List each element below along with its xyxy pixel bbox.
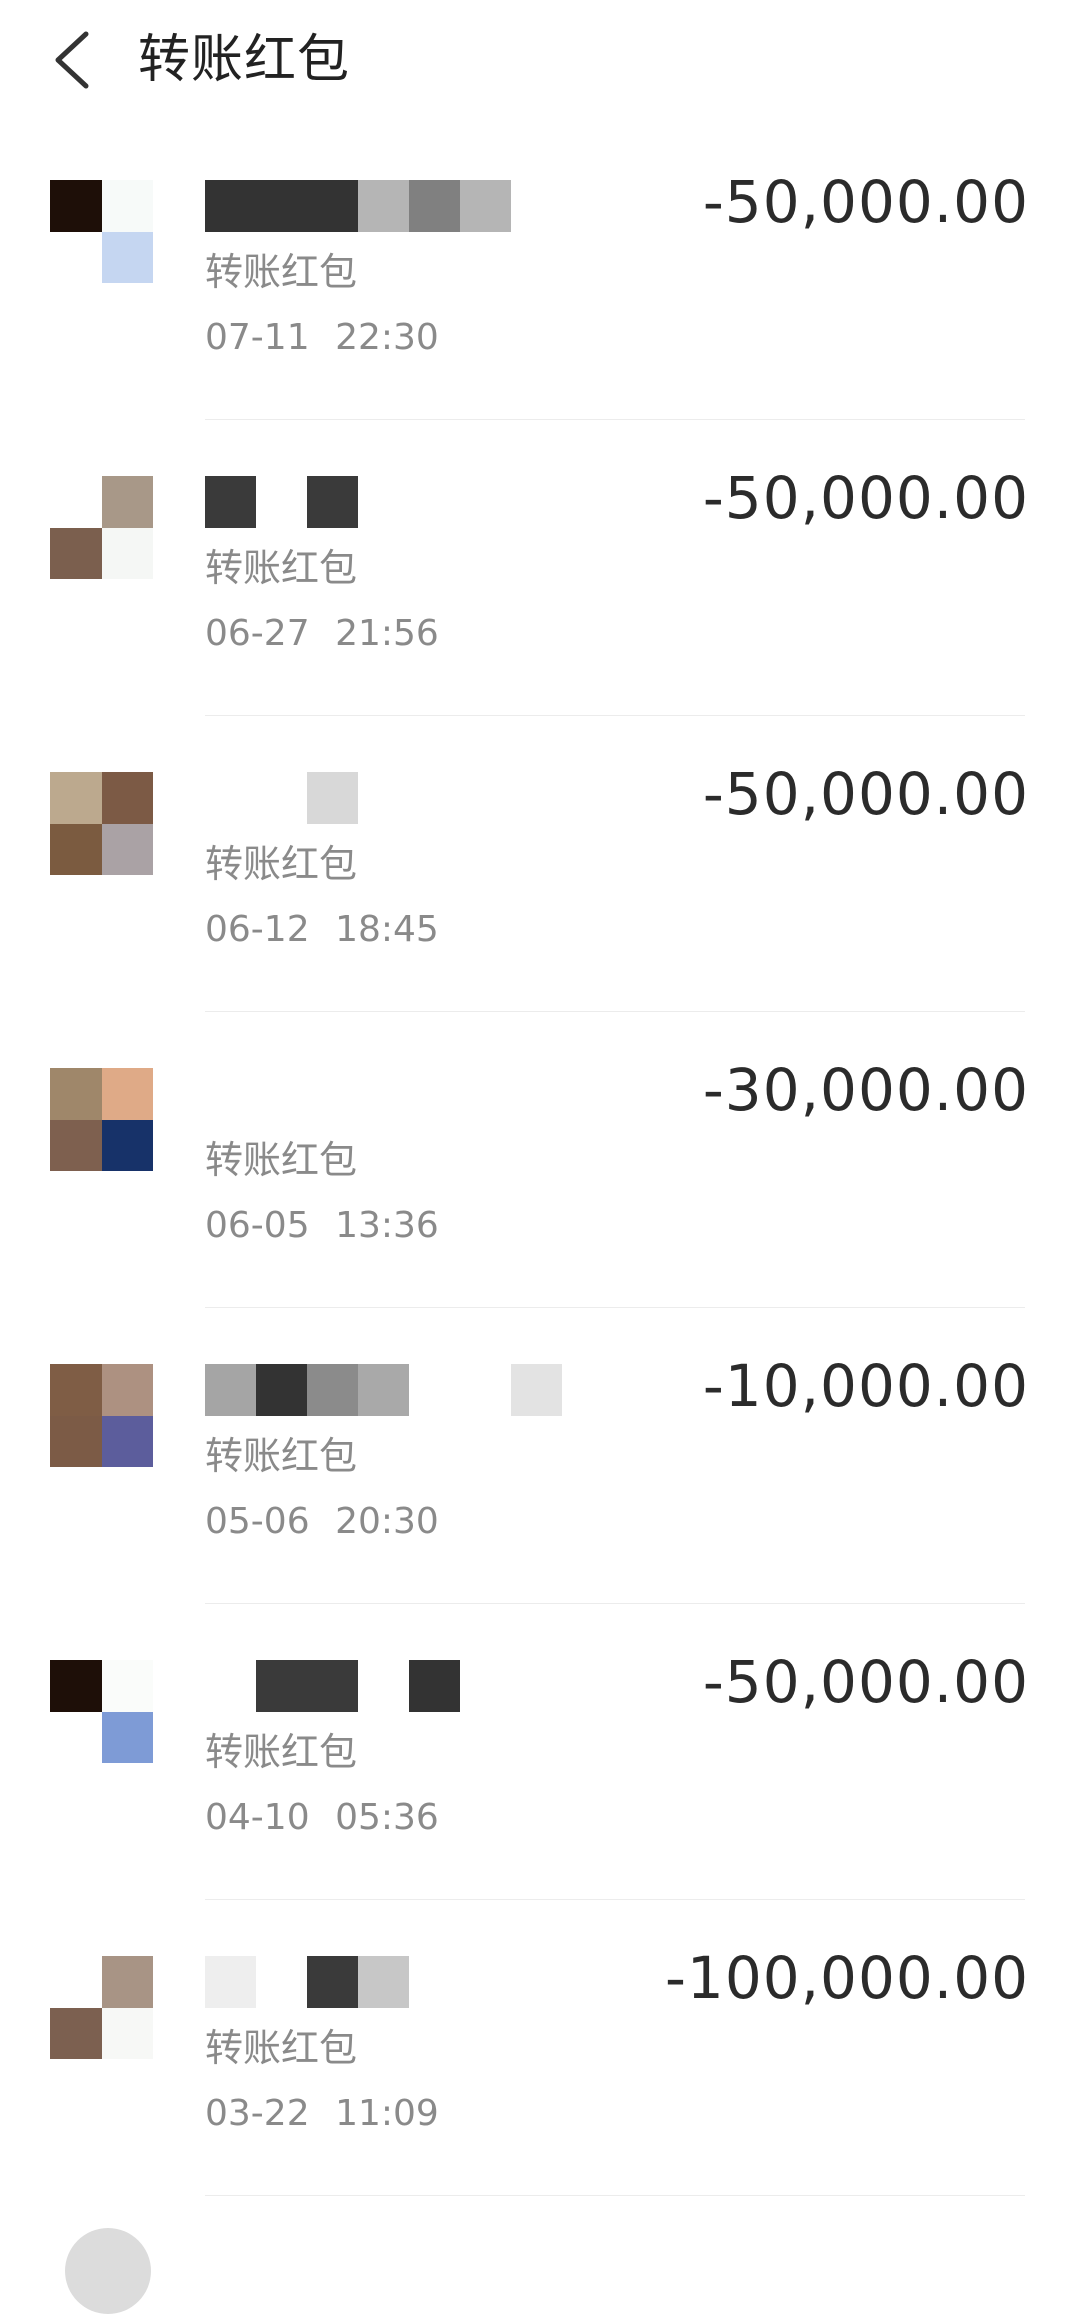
transaction-time: 13:36 [335, 1205, 439, 1246]
obscured-name [205, 1068, 565, 1120]
avatar [50, 1364, 153, 1467]
transaction-row[interactable]: 转账红包 07-11 22:30 -50,000.00 [0, 124, 1080, 420]
transaction-time: 20:30 [335, 1501, 439, 1542]
transaction-date: 03-22 [205, 2093, 310, 2134]
transaction-amount: -50,000.00 [702, 760, 1029, 828]
transaction-time: 11:09 [335, 2093, 439, 2134]
transaction-type-label: 转账红包 [205, 1730, 358, 1774]
transaction-time: 22:30 [335, 317, 439, 358]
avatar [65, 2228, 151, 2314]
transaction-list: 转账红包 07-11 22:30 -50,000.00 转账红包 06-27 21:56… [0, 124, 1080, 2196]
transaction-row[interactable]: 转账红包 06-05 13:36 -30,000.00 [0, 1012, 1080, 1308]
transaction-row[interactable]: 转账红包 06-12 18:45 -50,000.00 [0, 716, 1080, 1012]
transaction-type-label: 转账红包 [205, 2026, 358, 2070]
obscured-name [205, 180, 565, 232]
transaction-datetime: 07-11 22:30 [205, 314, 439, 362]
obscured-name [205, 1660, 565, 1712]
top-bar: 转账红包 [0, 0, 1080, 124]
avatar [50, 772, 153, 875]
transaction-amount: -10,000.00 [702, 1352, 1029, 1420]
transaction-datetime: 06-05 13:36 [205, 1202, 439, 1250]
avatar [50, 1956, 153, 2059]
transaction-date: 07-11 [205, 317, 310, 358]
transaction-row[interactable]: 转账红包 04-10 05:36 -50,000.00 [0, 1604, 1080, 1900]
obscured-name [205, 772, 565, 824]
transaction-amount: -30,000.00 [702, 1056, 1029, 1124]
transaction-datetime: 06-12 18:45 [205, 906, 439, 954]
transaction-amount: -100,000.00 [664, 1944, 1029, 2012]
transaction-date: 05-06 [205, 1501, 310, 1542]
transaction-date: 04-10 [205, 1797, 310, 1838]
transaction-datetime: 04-10 05:36 [205, 1794, 439, 1842]
transaction-type-label: 转账红包 [205, 1138, 358, 1182]
avatar [50, 180, 153, 283]
transaction-row[interactable]: 转账红包 06-27 21:56 -50,000.00 [0, 420, 1080, 716]
transaction-amount: -50,000.00 [702, 464, 1029, 532]
avatar [50, 1660, 153, 1763]
transaction-amount: -50,000.00 [702, 168, 1029, 236]
transaction-datetime: 06-27 21:56 [205, 610, 439, 658]
transaction-type-label: 转账红包 [205, 842, 358, 886]
transaction-type-label: 转账红包 [205, 1434, 358, 1478]
avatar [50, 1068, 153, 1171]
transaction-datetime: 03-22 11:09 [205, 2090, 439, 2138]
transaction-date: 06-27 [205, 613, 310, 654]
transaction-type-label: 转账红包 [205, 546, 358, 590]
transaction-amount: -50,000.00 [702, 1648, 1029, 1716]
transaction-date: 06-12 [205, 909, 310, 950]
transaction-time: 21:56 [335, 613, 439, 654]
obscured-name [205, 476, 565, 528]
transaction-time: 18:45 [335, 909, 439, 950]
avatar [50, 476, 153, 579]
page-title: 转账红包 [138, 30, 351, 90]
transaction-row[interactable]: 转账红包 03-22 11:09 -100,000.00 [0, 1900, 1080, 2196]
transaction-datetime: 05-06 20:30 [205, 1498, 439, 1546]
back-arrow-icon[interactable] [50, 30, 94, 90]
obscured-name [205, 1956, 565, 2008]
row-divider [205, 2195, 1025, 2196]
transaction-row[interactable]: 转账红包 05-06 20:30 -10,000.00 [0, 1308, 1080, 1604]
transaction-date: 06-05 [205, 1205, 310, 1246]
transaction-time: 05:36 [335, 1797, 439, 1838]
transaction-type-label: 转账红包 [205, 250, 358, 294]
obscured-name [205, 1364, 565, 1416]
